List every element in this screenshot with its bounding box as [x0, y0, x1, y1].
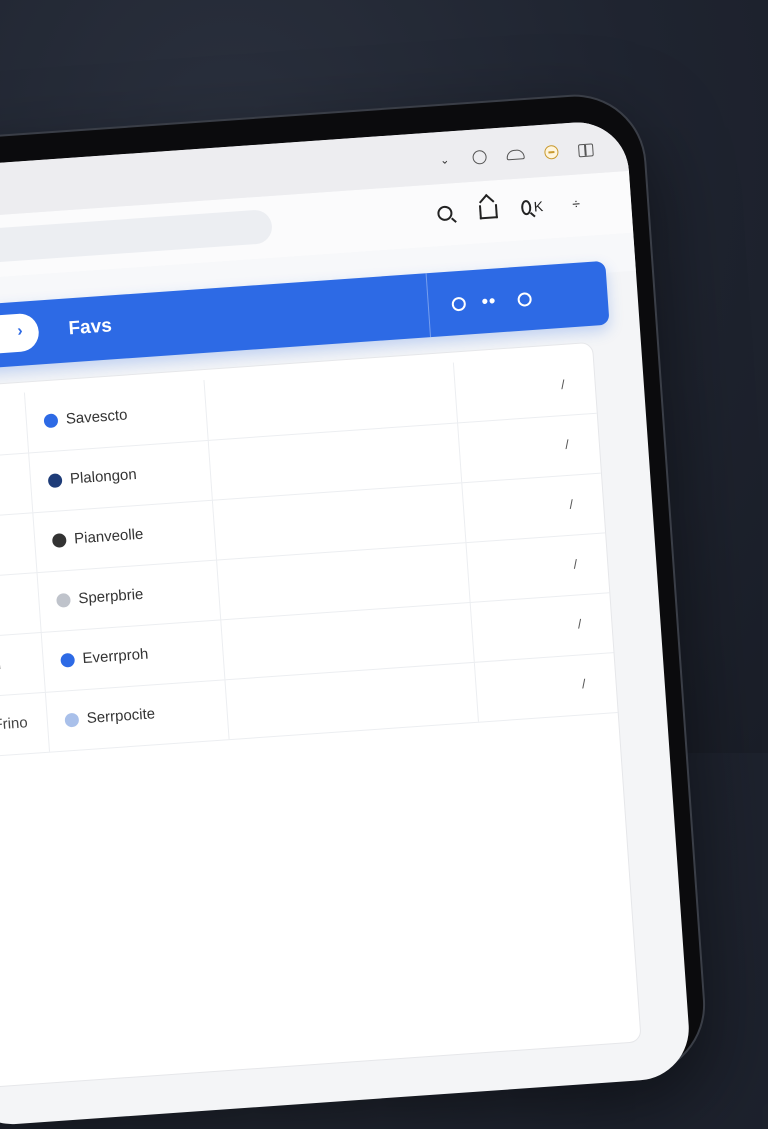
more-icon[interactable]: ••: [481, 290, 497, 312]
favs-label: Favs: [67, 315, 113, 340]
edit-icon[interactable]: /: [573, 556, 578, 571]
cloud-icon[interactable]: [506, 149, 525, 161]
banner-pill-button[interactable]: ›: [0, 312, 41, 363]
banner-divider: [425, 273, 432, 338]
stop-icon[interactable]: [543, 144, 559, 160]
edit-icon[interactable]: /: [565, 437, 570, 452]
edit-icon[interactable]: /: [569, 497, 574, 512]
search-shortcut-icon: [520, 199, 532, 215]
screen: ⌄ K ÷ › Favs •• Savescto / Plalongon / P…: [0, 119, 693, 1128]
edit-icon[interactable]: /: [561, 377, 566, 392]
divide-icon[interactable]: ÷: [564, 192, 587, 215]
circle-icon[interactable]: [517, 291, 533, 307]
edit-icon[interactable]: /: [581, 676, 586, 691]
search-icon[interactable]: [433, 201, 456, 224]
smile-icon[interactable]: [472, 149, 488, 165]
chevron-down-icon[interactable]: ⌄: [436, 151, 453, 168]
chevron-right-icon: ›: [16, 322, 24, 340]
home-icon[interactable]: [477, 198, 500, 221]
tablet-device: ⌄ K ÷ › Favs •• Savescto / Plalongon / P…: [0, 71, 768, 1128]
edit-icon[interactable]: /: [577, 616, 582, 631]
row-left-label: o Frino: [0, 714, 29, 734]
favorites-table: nSavescto/onPlalongon/ssPianveolle/vwoSp…: [0, 341, 642, 1093]
panel-icon[interactable]: [577, 142, 594, 157]
circle-icon[interactable]: [451, 296, 467, 312]
device-bezel: ⌄ K ÷ › Favs •• Savescto / Plalongon / P…: [0, 91, 708, 1128]
toolbar-icons: K ÷: [433, 192, 588, 225]
tray-icons: ⌄: [436, 141, 594, 168]
search-shortcut-button[interactable]: K: [520, 195, 544, 218]
shortcut-key-label: K: [533, 197, 544, 215]
